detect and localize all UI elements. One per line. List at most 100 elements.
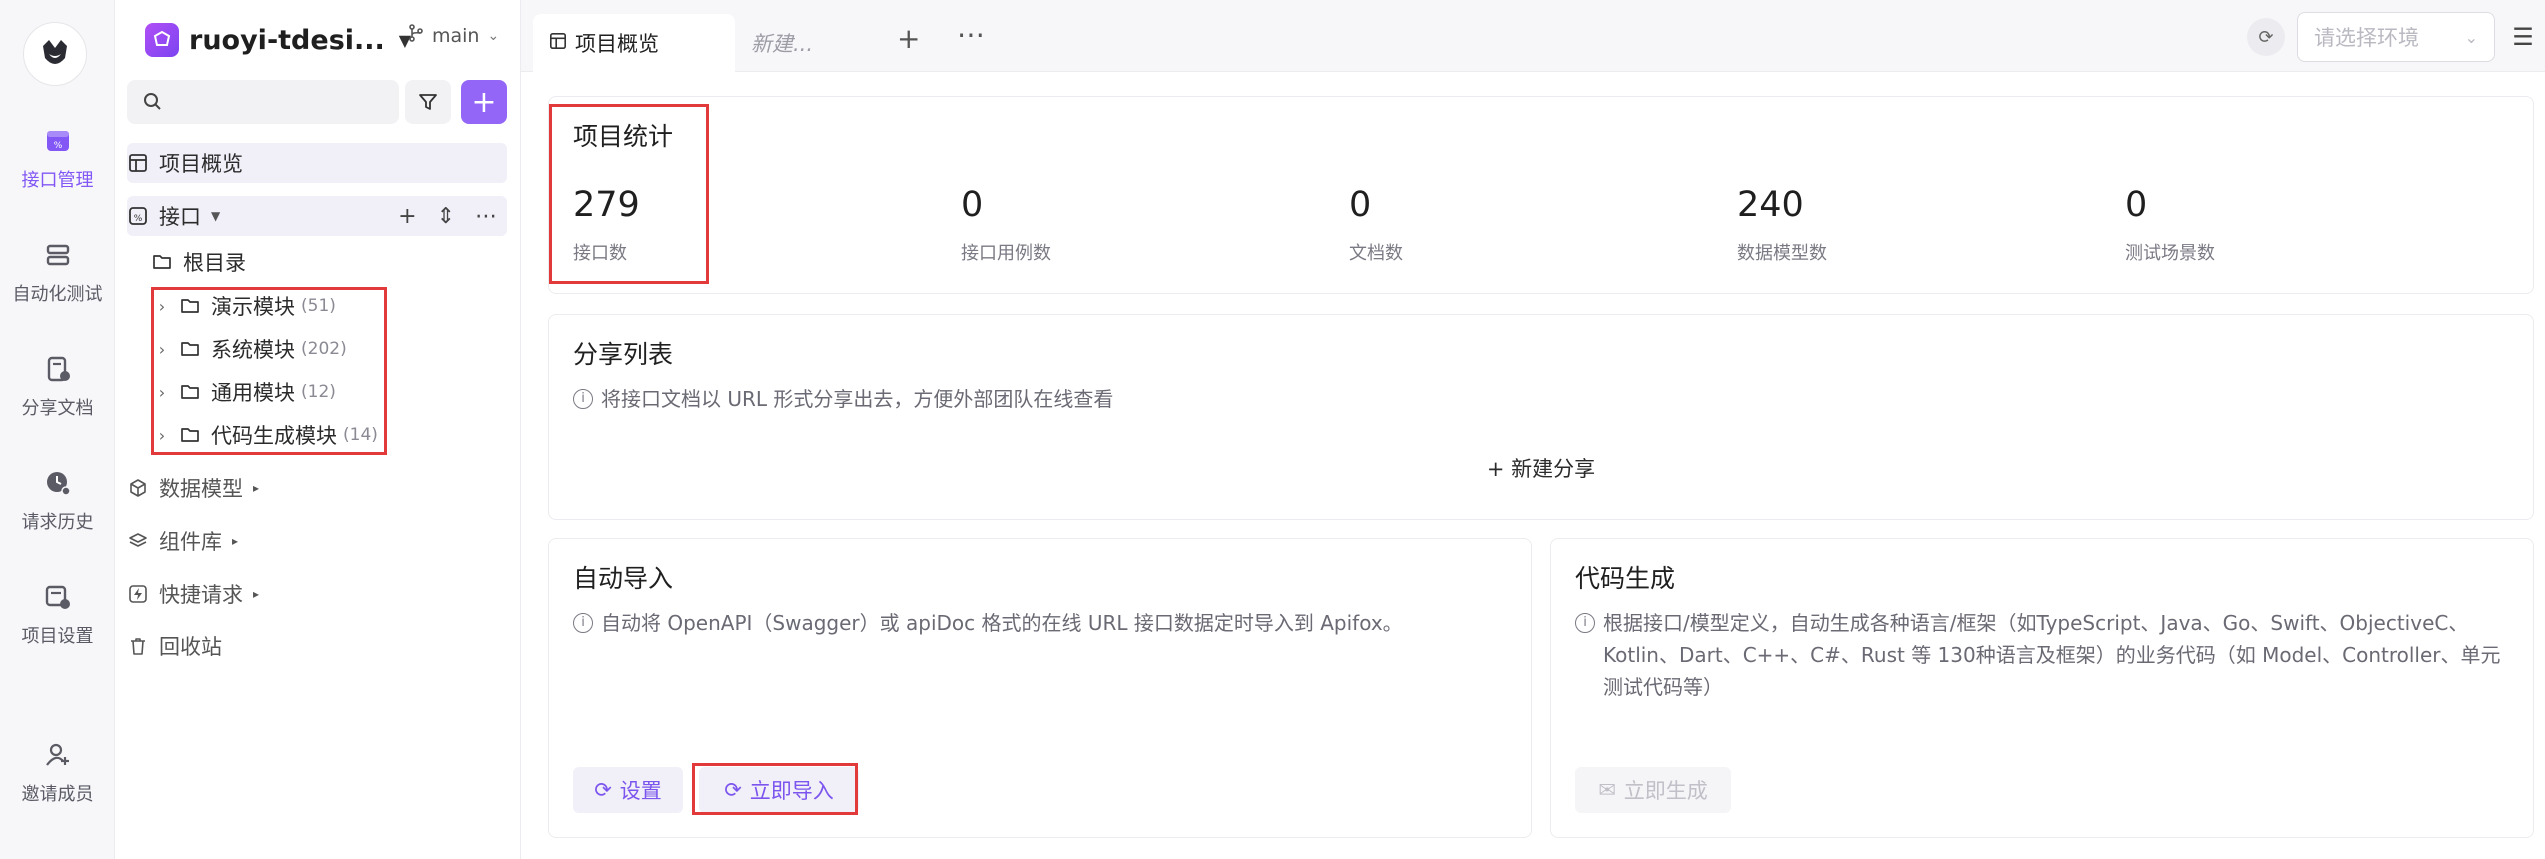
search-input[interactable]	[173, 84, 393, 120]
tab-project-overview[interactable]: 项目概览	[533, 14, 735, 72]
tab-new[interactable]: 新建...	[735, 14, 903, 72]
card-title: 代码生成	[1575, 564, 1676, 593]
stat-value: 0	[961, 185, 984, 225]
tree-item-project-overview[interactable]: 项目概览	[127, 143, 507, 183]
menu-button[interactable]: ☰	[2501, 12, 2545, 62]
project-name: ruoyi-tdesi...	[189, 24, 385, 56]
highlight-box	[151, 287, 387, 455]
tree-item-data-model[interactable]: 数据模型 ▸	[127, 468, 507, 508]
stat-label: 文档数	[1349, 243, 1403, 264]
settings-button[interactable]: ⟳ 设置	[573, 767, 683, 813]
expand-collapse-icon[interactable]: ⇕	[437, 204, 455, 229]
environment-placeholder: 请选择环境	[2314, 26, 2419, 50]
new-share-button[interactable]: + 新建分享	[549, 453, 2533, 483]
rail-item-invite-member[interactable]: 邀请成员	[0, 738, 115, 818]
share-info: i 将接口文档以 URL 形式分享出去，方便外部团队在线查看	[573, 383, 1113, 415]
tree-item-root[interactable]: 根目录	[151, 242, 507, 282]
stat-value: 0	[2125, 185, 2148, 225]
apifox-logo-icon	[43, 40, 67, 64]
layers-icon	[127, 530, 149, 552]
caret-down-icon[interactable]: ▼	[211, 209, 220, 223]
branch-selector[interactable]: main ⌄	[408, 24, 499, 47]
stat-item: 240 数据模型数	[1737, 185, 1827, 265]
share-doc-icon	[41, 352, 75, 386]
cube-icon	[127, 477, 149, 499]
info-icon: i	[573, 613, 593, 633]
add-icon[interactable]: +	[398, 204, 416, 229]
code-icon: ✉	[1598, 778, 1616, 802]
branch-name: main	[432, 24, 480, 47]
more-tabs-icon[interactable]: ⋯	[957, 18, 985, 51]
refresh-icon: ⟳	[2258, 26, 2274, 48]
app-logo[interactable]	[23, 22, 87, 86]
search-box[interactable]	[127, 80, 399, 124]
caret-right-icon: ▸	[232, 534, 239, 548]
info-icon: i	[1575, 613, 1595, 633]
add-button[interactable]: +	[461, 80, 507, 124]
environment-select[interactable]: 请选择环境 ⌄	[2297, 12, 2495, 62]
generate-now-button[interactable]: ✉ 立即生成	[1575, 767, 1731, 813]
stat-item: 0 文档数	[1349, 185, 1403, 265]
automation-test-icon	[41, 238, 75, 272]
rail-label: 请求历史	[21, 512, 94, 533]
rail-label: 项目设置	[21, 626, 94, 647]
info-text: 将接口文档以 URL 形式分享出去，方便外部团队在线查看	[601, 387, 1114, 411]
refresh-button[interactable]: ⟳	[2247, 18, 2285, 56]
tree-item-label: 回收站	[159, 635, 222, 659]
rail-item-project-settings[interactable]: 项目设置	[0, 580, 115, 660]
tab-bar: 项目概览 新建... + ⋯ ⟳ 请选择环境 ⌄ ☰	[521, 0, 2545, 72]
hamburger-icon: ☰	[2512, 23, 2534, 51]
stat-label: 数据模型数	[1737, 243, 1827, 264]
highlight-box	[692, 763, 858, 815]
button-label: 立即生成	[1623, 779, 1708, 803]
chevron-down-icon: ⌄	[487, 27, 500, 44]
project-logo-icon	[145, 23, 179, 57]
request-history-icon	[41, 466, 75, 500]
project-switcher[interactable]: ruoyi-tdesi... ▼	[145, 18, 411, 62]
tree-item-recycle-bin[interactable]: 回收站	[127, 626, 507, 666]
tree-item-components[interactable]: 组件库 ▸	[127, 521, 507, 561]
more-icon[interactable]: ⋯	[475, 204, 497, 229]
info-text: 根据接口/模型定义，自动生成各种语言/框架（如TypeScript、Java、G…	[1603, 611, 2501, 699]
info-text: 自动将 OpenAPI（Swagger）或 apiDoc 格式的在线 URL 接…	[601, 611, 1403, 635]
rail-item-automation-test[interactable]: 自动化测试	[0, 238, 115, 318]
filter-icon	[419, 94, 437, 110]
rail-label: 自动化测试	[12, 284, 103, 305]
caret-right-icon: ▸	[253, 481, 260, 495]
rail-label: 分享文档	[21, 398, 94, 419]
rail-item-api-management[interactable]: % 接口管理	[0, 124, 115, 204]
tree-item-api[interactable]: % 接口 ▼ + ⇕ ⋯	[127, 196, 507, 236]
overview-icon	[549, 31, 567, 55]
plus-icon: +	[471, 84, 497, 120]
api-management-icon: %	[41, 124, 75, 158]
codegen-info: i 根据接口/模型定义，自动生成各种语言/框架（如TypeScript、Java…	[1575, 607, 2515, 703]
tab-label: 新建...	[751, 32, 814, 56]
rail-item-share-doc[interactable]: 分享文档	[0, 352, 115, 432]
tree-item-label: 根目录	[183, 251, 246, 275]
main-content: 项目统计 279 接口数 0 接口用例数 0 文档数 240 数据模型数 0 测…	[521, 72, 2545, 859]
filter-button[interactable]	[405, 80, 451, 124]
nav-rail: % 接口管理 自动化测试 分享文档 请求历史 项目设置 邀请成员	[0, 0, 115, 859]
card-title: 分享列表	[573, 340, 674, 369]
tree-item-label: 接口	[159, 205, 201, 229]
tree-item-label: 快捷请求	[159, 583, 243, 607]
code-generation-card: 代码生成 i 根据接口/模型定义，自动生成各种语言/框架（如TypeScript…	[1550, 538, 2534, 838]
project-stats-card: 项目统计 279 接口数 0 接口用例数 0 文档数 240 数据模型数 0 测…	[548, 96, 2534, 294]
tree-item-quick-request[interactable]: 快捷请求 ▸	[127, 574, 507, 614]
stat-value: 240	[1737, 185, 1804, 225]
caret-right-icon: ▸	[253, 587, 260, 601]
tab-label: 项目概览	[575, 32, 659, 56]
info-icon: i	[573, 389, 593, 409]
stat-item: 0 测试场景数	[2125, 185, 2215, 265]
stat-item: 0 接口用例数	[961, 185, 1051, 265]
lightning-icon	[127, 583, 149, 605]
rail-item-request-history[interactable]: 请求历史	[0, 466, 115, 546]
new-tab-plus-icon[interactable]: +	[897, 22, 920, 55]
folder-icon	[151, 251, 173, 273]
branch-icon	[408, 24, 424, 47]
auto-import-info: i 自动将 OpenAPI（Swagger）或 apiDoc 格式的在线 URL…	[573, 607, 1503, 639]
button-label: 设置	[619, 779, 662, 803]
stat-label: 测试场景数	[2125, 243, 2215, 264]
rail-label: 接口管理	[21, 170, 94, 191]
svg-text:%: %	[134, 214, 143, 224]
